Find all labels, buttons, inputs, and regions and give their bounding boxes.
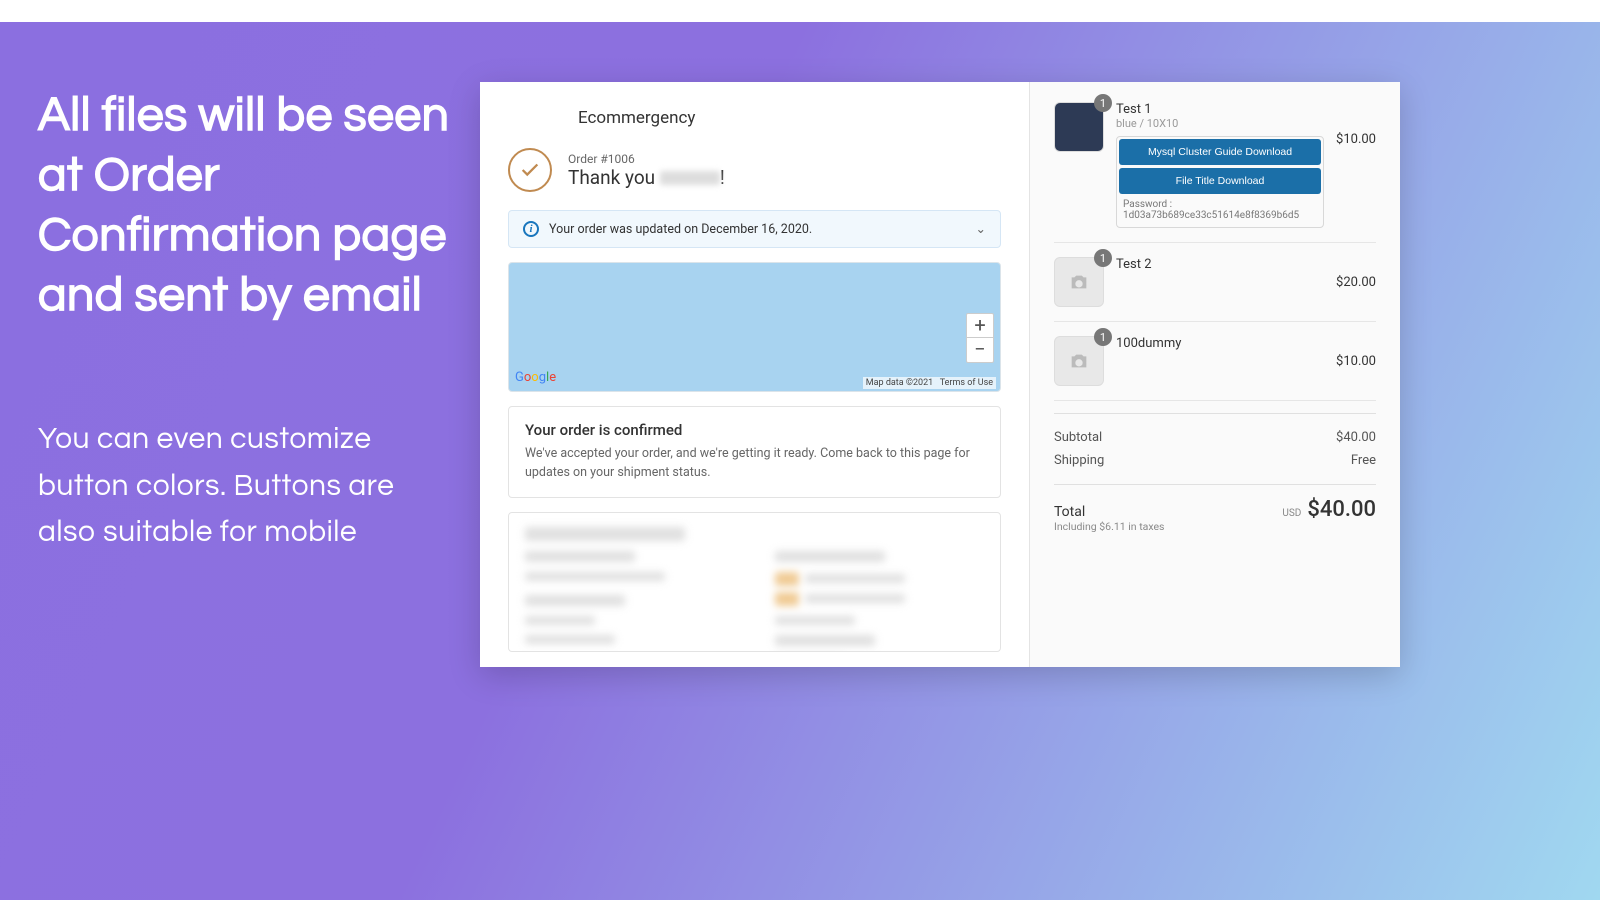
qty-badge: 1 [1094, 94, 1112, 112]
promo-subtitle: You can even customize button colors. Bu… [38, 417, 458, 557]
item-price: $10.00 [1336, 354, 1376, 369]
promo-title: All files will be seen at Order Confirma… [38, 87, 458, 327]
total-row: Total Including $6.11 in taxes USD$40.00 [1054, 497, 1376, 533]
qty-badge: 1 [1094, 249, 1112, 267]
download-button[interactable]: File Title Download [1119, 168, 1321, 194]
item-price: $20.00 [1336, 275, 1376, 290]
shipping-row: ShippingFree [1054, 449, 1376, 472]
order-update-banner[interactable]: i Your order was updated on December 16,… [508, 210, 1001, 248]
download-button[interactable]: Mysql Cluster Guide Download [1119, 139, 1321, 165]
shipping-map[interactable]: + − Google Map data ©2021 Terms of Use [508, 262, 1001, 392]
map-attribution: Map data ©2021 Terms of Use [863, 377, 996, 389]
promo-hero: All files will be seen at Order Confirma… [0, 22, 1600, 900]
cart-item: 1 100dummy $10.00 [1054, 322, 1376, 401]
download-card: Mysql Cluster Guide Download File Title … [1116, 136, 1324, 228]
update-message: Your order was updated on December 16, 2… [549, 222, 812, 237]
confirmed-body: We've accepted your order, and we're get… [525, 445, 984, 483]
cart-item: 1 Test 2 $20.00 [1054, 243, 1376, 322]
map-zoom-controls[interactable]: + − [966, 313, 994, 363]
success-check-icon [508, 148, 552, 192]
thank-you-text: Thank you ! [568, 166, 725, 189]
zoom-out-button[interactable]: − [967, 338, 993, 362]
order-number: Order #1006 [568, 152, 725, 166]
google-logo: Google [515, 370, 556, 385]
camera-icon [1068, 350, 1090, 372]
camera-icon [1068, 271, 1090, 293]
cart-item: 1 Test 1 blue / 10X10 Mysql Cluster Guid… [1054, 102, 1376, 243]
subtotal-row: Subtotal$40.00 [1054, 426, 1376, 449]
item-variant: blue / 10X10 [1116, 117, 1324, 130]
item-price: $10.00 [1336, 132, 1376, 147]
item-name: Test 1 [1116, 102, 1324, 117]
order-summary-sidebar: 1 Test 1 blue / 10X10 Mysql Cluster Guid… [1030, 82, 1400, 667]
customer-name-redacted [660, 171, 720, 185]
info-icon: i [523, 221, 539, 237]
order-confirmed-card: Your order is confirmed We've accepted y… [508, 406, 1001, 498]
item-name: Test 2 [1116, 257, 1324, 272]
confirmed-heading: Your order is confirmed [525, 421, 984, 439]
zoom-in-button[interactable]: + [967, 314, 993, 338]
item-name: 100dummy [1116, 336, 1324, 351]
download-password: Password : 1d03a73b689ce33c51614e8f8369b… [1119, 197, 1321, 225]
customer-info-card-redacted [508, 512, 1001, 652]
promo-text: All files will be seen at Order Confirma… [38, 87, 458, 557]
store-name: Ecommergency [578, 108, 1001, 128]
order-confirmation-screenshot: Ecommergency Order #1006 Thank you ! i Y… [480, 82, 1400, 667]
qty-badge: 1 [1094, 328, 1112, 346]
order-main-column: Ecommergency Order #1006 Thank you ! i Y… [480, 82, 1030, 667]
chevron-down-icon: ⌄ [976, 221, 986, 237]
